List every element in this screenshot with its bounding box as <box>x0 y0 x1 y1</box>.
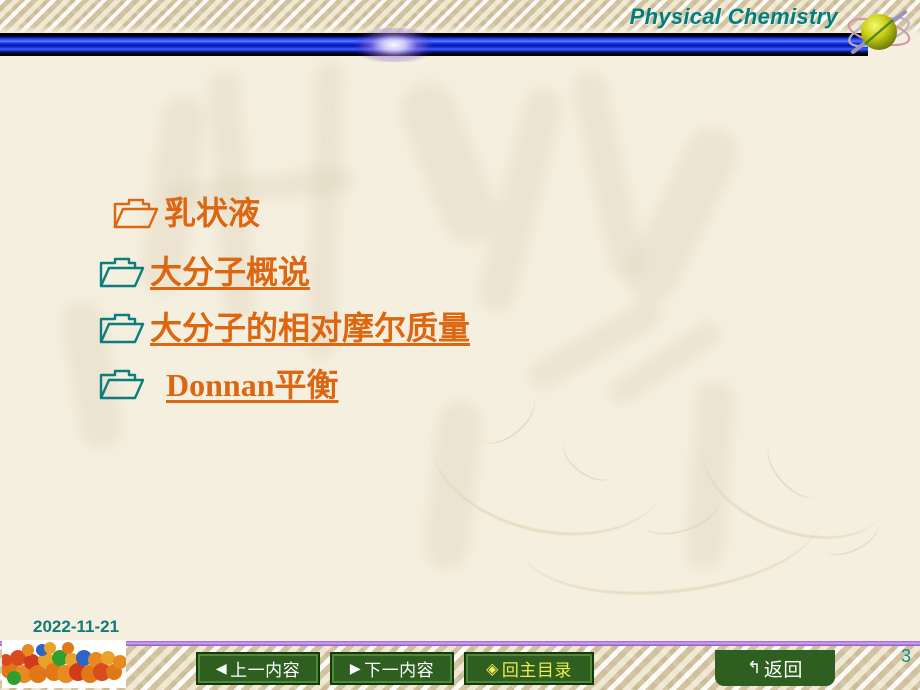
open-folder-icon <box>112 197 160 231</box>
return-label: 返回 <box>763 658 803 681</box>
list-item[interactable]: 大分子的相对摩尔质量 <box>98 311 738 346</box>
next-content-button[interactable]: ▶ 下一内容 <box>330 652 454 685</box>
triangle-left-icon: ◀ <box>215 660 228 677</box>
open-folder-icon <box>98 256 146 290</box>
page-title: Physical Chemistry <box>629 4 838 29</box>
page-number: 3 <box>900 646 911 666</box>
space-filling-molecule-icon <box>2 640 126 688</box>
list-item[interactable]: Donnan平衡 <box>98 366 738 403</box>
prev-content-label: 上一内容 <box>230 661 301 681</box>
open-folder-icon <box>98 368 146 402</box>
list-item-label: 大分子概说 <box>150 253 311 292</box>
list-item-label: Donnan平衡 <box>166 366 339 403</box>
list-item[interactable]: 乳状液 <box>112 194 738 232</box>
header-blue-bar <box>0 33 868 56</box>
atom-icon <box>842 1 916 65</box>
list-item-label: 大分子的相对摩尔质量 <box>150 309 471 348</box>
prev-content-button[interactable]: ◀ 上一内容 <box>196 652 320 685</box>
open-folder-icon <box>98 312 146 346</box>
slide-canvas: Physical Chemistry 乳状液 大分子概说 大分子的相对摩尔质量 … <box>0 0 920 690</box>
return-button[interactable]: ↰ 返回 <box>715 650 835 686</box>
date-label: 2022-11-21 <box>33 617 120 636</box>
next-content-label: 下一内容 <box>364 661 435 681</box>
topic-list: 乳状液 大分子概说 大分子的相对摩尔质量 Donnan平衡 <box>98 194 738 420</box>
list-item[interactable]: 大分子概说 <box>98 253 738 292</box>
main-menu-label: 回主目录 <box>501 661 572 681</box>
list-item-label: 乳状液 <box>164 194 261 232</box>
return-arrow-icon: ↰ <box>747 658 762 678</box>
triangle-right-icon: ▶ <box>349 660 362 677</box>
main-menu-button[interactable]: ◈ 回主目录 <box>464 652 594 685</box>
footer-divider <box>0 641 920 646</box>
diamond-icon: ◈ <box>486 659 499 678</box>
